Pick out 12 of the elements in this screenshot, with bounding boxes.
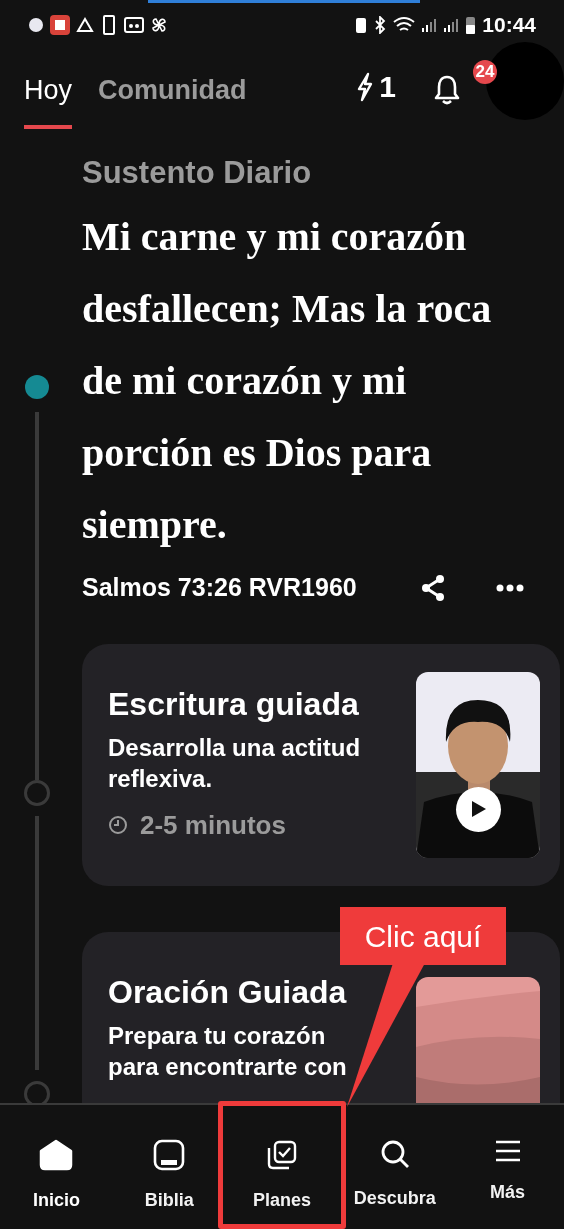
clock-time: 10:44 <box>482 12 536 39</box>
card-title: Oración Guiada <box>108 973 348 1010</box>
notification-badge: 24 <box>473 60 497 84</box>
card-subtitle: Desarrolla una actitud reflexiva. <box>108 732 362 794</box>
card-title: Escritura guiada <box>108 685 360 722</box>
streak-count: 1 <box>379 69 396 105</box>
card-subtitle: Prepara tu corazón para encontrarte con <box>108 1020 348 1082</box>
verse-reference: Salmos 73:26 RVR1960 <box>82 572 357 603</box>
callout-label: Clic aquí <box>340 907 506 965</box>
verse-text: Mi carne y mi corazón desfallecen; Mas la roca de mi corazón y mi porción es Dios para siempre. <box>82 213 493 549</box>
card-duration: 2-5 minutos <box>140 808 286 842</box>
section-title: Sustento Diario <box>82 155 313 191</box>
